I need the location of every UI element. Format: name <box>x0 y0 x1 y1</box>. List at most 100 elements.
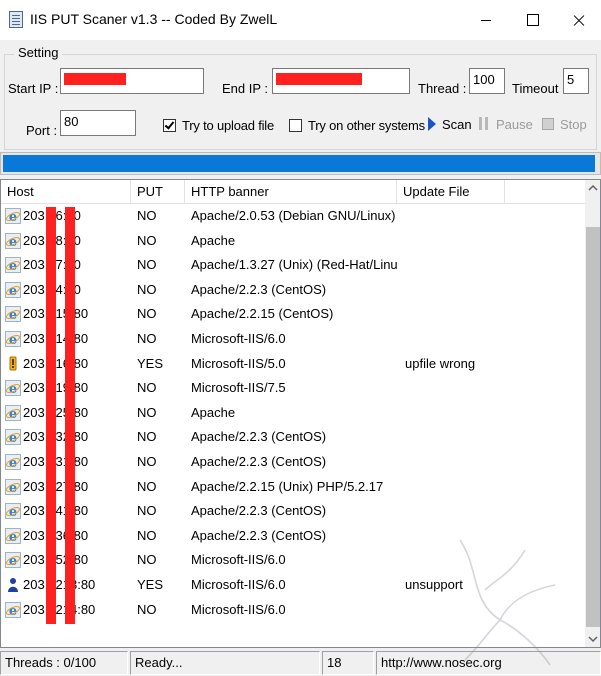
ie-icon: e <box>5 601 21 618</box>
column-header-http-banner[interactable]: HTTP banner <box>185 180 397 204</box>
column-header-put[interactable]: PUT <box>131 180 185 204</box>
http-banner-cell: Microsoft-IIS/6.0 <box>191 601 286 617</box>
update-file-cell <box>405 499 505 524</box>
pause-button[interactable]: Pause <box>476 114 534 136</box>
play-icon <box>428 117 436 131</box>
title-bar[interactable]: IIS PUT Scaner v1.3 -- Coded By ZwelL <box>0 0 601 40</box>
status-state: Ready... <box>130 651 320 675</box>
put-cell: NO <box>137 601 157 617</box>
start-ip-input[interactable] <box>60 68 204 94</box>
table-row[interactable]: e203. .31:80 NO Apache/2.2.3 (CentOS) <box>1 450 585 475</box>
pause-label: Pause <box>496 117 533 132</box>
http-banner-cell: Apache/2.2.3 (CentOS) <box>191 453 327 469</box>
table-row[interactable]: e203. .4:80 NO Apache/2.2.3 (CentOS) <box>1 278 585 303</box>
ie-icon: e <box>5 453 21 470</box>
put-cell: YES <box>137 576 164 592</box>
redaction-strip <box>46 207 56 624</box>
table-row[interactable]: e203. .15:80 NO Apache/2.2.15 (CentOS) <box>1 302 585 327</box>
stop-icon <box>542 118 554 130</box>
stop-button[interactable]: Stop <box>540 114 590 136</box>
chevron-up-icon <box>588 184 598 191</box>
try-upload-checkbox[interactable] <box>163 119 176 132</box>
end-ip-input[interactable] <box>272 68 410 94</box>
window-title: IIS PUT Scaner v1.3 -- Coded By ZwelL <box>30 11 278 27</box>
host-cell: 203. .214:80 <box>23 601 96 617</box>
minimize-button[interactable] <box>463 0 509 40</box>
table-row[interactable]: e203. .25:80 NO Apache <box>1 401 585 426</box>
try-other-systems-checkbox[interactable] <box>289 119 302 132</box>
progress-fill <box>3 155 595 172</box>
scan-button[interactable]: Scan <box>424 114 472 136</box>
put-cell: NO <box>137 404 157 420</box>
host-cell: 203. .36:80 <box>23 527 88 543</box>
http-banner-cell: Microsoft-IIS/5.0 <box>191 355 286 371</box>
vertical-scrollbar[interactable] <box>585 180 600 647</box>
host-cell: 203. .25:80 <box>23 404 88 420</box>
put-cell: NO <box>137 232 157 248</box>
column-header-host[interactable]: Host <box>1 180 131 204</box>
stop-label: Stop <box>560 117 587 132</box>
table-row[interactable]: 203. .16:80 YES Microsoft-IIS/5.0 upfile wr… <box>1 352 585 377</box>
update-file-cell <box>405 302 505 327</box>
http-banner-cell: Apache/2.0.53 (Debian GNU/Linux) ... <box>191 208 397 223</box>
http-banner-cell: Apache/2.2.3 (CentOS) <box>191 429 327 445</box>
host-cell: 203. .19:80 <box>23 380 88 396</box>
maximize-button[interactable] <box>509 0 555 40</box>
ie-icon: e <box>5 208 21 224</box>
update-file-cell <box>405 253 505 278</box>
host-cell: 203. .15:80 <box>23 306 88 322</box>
list-header: Host PUT HTTP banner Update File <box>1 180 585 204</box>
scroll-thumb[interactable] <box>586 227 600 627</box>
scroll-down-button[interactable] <box>585 630 600 647</box>
http-banner-cell: Apache/2.2.15 (CentOS) <box>191 306 334 322</box>
thread-label: Thread : <box>418 81 467 96</box>
ie-icon: e <box>5 503 21 520</box>
table-row[interactable]: e203. .32:80 NO Apache/2.2.3 (CentOS) <box>1 425 585 450</box>
put-cell: NO <box>137 208 157 223</box>
update-file-cell <box>405 450 505 475</box>
column-header-update-file[interactable]: Update File <box>397 180 505 204</box>
redaction-block <box>64 73 126 85</box>
ie-icon: e <box>5 281 21 298</box>
put-cell: NO <box>137 503 157 519</box>
ie-icon: e <box>5 552 21 569</box>
http-banner-cell: Apache/2.2.3 (CentOS) <box>191 503 327 519</box>
ie-icon: e <box>5 232 21 249</box>
table-row[interactable]: e203. .41:80 NO Apache/2.2.3 (CentOS) <box>1 499 585 524</box>
update-file-cell <box>405 278 505 303</box>
http-banner-cell: Apache/2.2.3 (CentOS) <box>191 281 327 297</box>
setting-legend: Setting <box>14 45 63 60</box>
chevron-down-icon <box>588 636 598 643</box>
try-upload-label: Try to upload file <box>182 118 275 133</box>
put-cell: NO <box>137 478 157 494</box>
table-row[interactable]: e203. .19:80 NO Microsoft-IIS/7.5 <box>1 376 585 401</box>
timeout-label: Timeout : <box>512 81 566 96</box>
table-row[interactable]: e203. .27:80 NO Apache/2.2.15 (Unix) PHP/5… <box>1 475 585 500</box>
table-row[interactable]: e203. .14:80 NO Microsoft-IIS/6.0 <box>1 327 585 352</box>
app-icon[interactable] <box>9 11 23 28</box>
host-cell: 203. .7:80 <box>23 257 81 273</box>
thread-input[interactable]: 100 <box>469 68 505 94</box>
http-banner-cell: Apache/1.3.27 (Unix) (Red-Hat/Linu... <box>191 257 397 273</box>
put-cell: NO <box>137 380 157 396</box>
start-ip-label: Start IP : <box>8 81 59 96</box>
update-file-cell <box>405 327 505 352</box>
update-file-cell: upfile wrong <box>405 355 476 371</box>
table-row[interactable]: e203. .7:80 NO Apache/1.3.27 (Unix) (Red-H… <box>1 253 585 278</box>
progress-bar <box>0 152 601 175</box>
close-button[interactable] <box>555 0 601 40</box>
host-cell: 203. .8:80 <box>23 232 81 248</box>
status-threads: Threads : 0/100 <box>0 651 128 675</box>
timeout-input[interactable]: 5 <box>563 68 589 94</box>
put-cell: NO <box>137 527 157 543</box>
put-cell: NO <box>137 429 157 445</box>
user-icon <box>8 577 18 592</box>
table-row[interactable]: e203. .6:80 NO Apache/2.0.53 (Debian GNU/L… <box>1 204 585 229</box>
host-cell: 203. .31:80 <box>23 453 88 469</box>
end-ip-label: End IP : <box>222 81 269 96</box>
status-count: 18 <box>322 651 374 675</box>
port-input[interactable]: 80 <box>60 110 136 136</box>
table-row[interactable]: e203. .8:80 NO Apache <box>1 229 585 254</box>
put-cell: NO <box>137 281 157 297</box>
scroll-up-button[interactable] <box>585 180 600 197</box>
